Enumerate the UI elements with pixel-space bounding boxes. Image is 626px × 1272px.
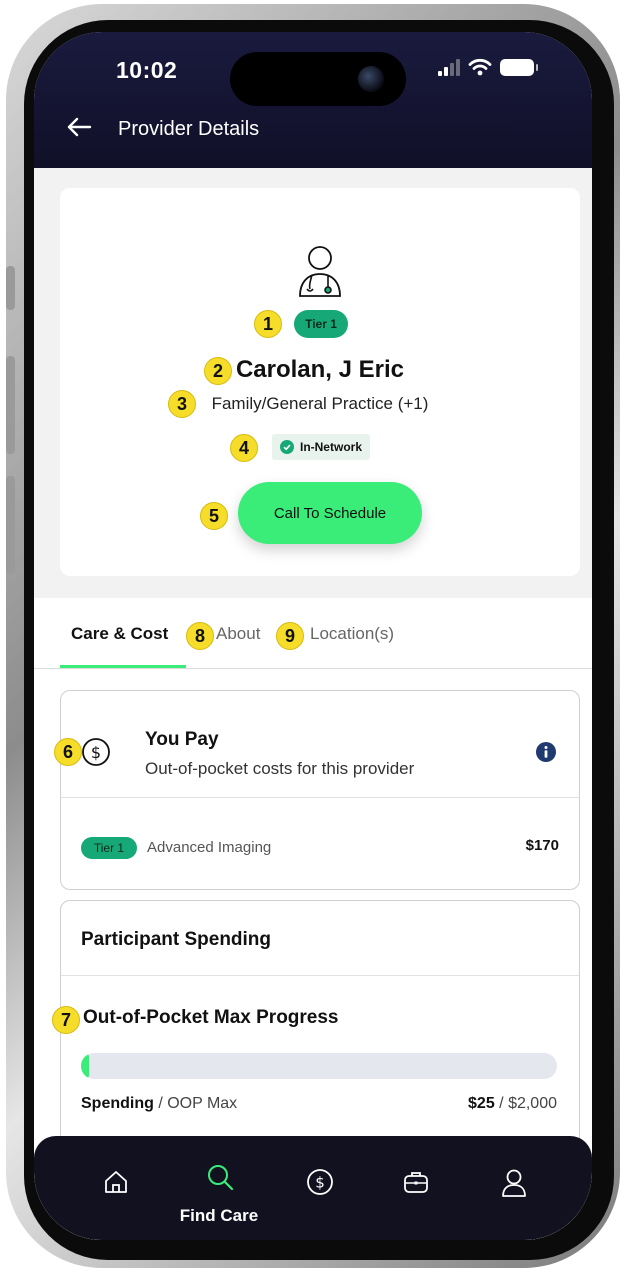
you-pay-title: You Pay xyxy=(145,729,219,750)
status-time: 10:02 xyxy=(116,57,178,83)
briefcase-icon xyxy=(404,1172,428,1193)
dynamic-island xyxy=(230,52,406,106)
provider-name: Carolan, J Eric xyxy=(235,356,405,383)
tier-badge: Tier 1 xyxy=(294,310,348,338)
spending-text: Spending xyxy=(81,1095,154,1112)
bottom-nav: Find Care $ xyxy=(34,1136,592,1240)
spending-value: $25 / $2,000 xyxy=(468,1095,557,1113)
svg-text:$: $ xyxy=(91,743,101,762)
annotation-marker-1: 1 xyxy=(254,310,282,338)
service-name: Advanced Imaging xyxy=(147,839,272,856)
card-divider xyxy=(61,797,579,798)
oop-progress-bar xyxy=(81,1053,557,1079)
app-header: 10:02 Provider Details xyxy=(34,32,592,168)
oop-max-progress-title: Out-of-Pocket Max Progress xyxy=(83,1007,339,1028)
search-icon xyxy=(208,1165,234,1191)
doctor-icon xyxy=(299,246,341,297)
call-to-schedule-button[interactable]: Call To Schedule xyxy=(238,482,422,544)
svg-text:$: $ xyxy=(315,1174,325,1192)
max-amount: / $2,000 xyxy=(499,1095,557,1112)
annotation-marker-8: 8 xyxy=(186,622,214,650)
nav-benefits[interactable] xyxy=(396,1168,436,1208)
nav-find-care[interactable] xyxy=(200,1162,240,1202)
annotation-marker-7: 7 xyxy=(52,1006,80,1034)
phone-screen: 10:02 Provider Details Tier 1 Carolan, J… xyxy=(34,32,592,1240)
back-arrow-icon[interactable] xyxy=(66,116,92,138)
you-pay-card: $ You Pay Out-of-pocket costs for this p… xyxy=(60,690,580,890)
network-status-badge: In-Network xyxy=(272,434,370,460)
tab-care-cost[interactable]: Care & Cost xyxy=(71,624,168,644)
annotation-marker-3: 3 xyxy=(168,390,196,418)
signal-icon xyxy=(438,58,460,76)
volume-up-button xyxy=(6,356,15,454)
annotation-marker-5: 5 xyxy=(200,502,228,530)
service-price: $170 xyxy=(525,837,559,854)
annotation-marker-6: 6 xyxy=(54,738,82,766)
info-icon[interactable] xyxy=(535,741,557,763)
nav-costs[interactable]: $ xyxy=(300,1168,340,1208)
provider-specialty: Family/General Practice (+1) xyxy=(211,394,429,413)
tab-bar: Care & Cost About Location(s) xyxy=(34,598,592,669)
tab-about[interactable]: About xyxy=(216,624,260,644)
annotation-marker-2: 2 xyxy=(204,357,232,385)
active-tab-indicator xyxy=(60,665,186,668)
nav-home[interactable] xyxy=(96,1168,136,1208)
action-button xyxy=(6,266,15,310)
dollar-icon: $ xyxy=(307,1169,333,1195)
check-circle-icon xyxy=(279,440,294,454)
dollar-circle-icon: $ xyxy=(82,738,110,766)
status-icons xyxy=(438,58,538,76)
battery-icon xyxy=(500,58,538,76)
annotation-marker-9: 9 xyxy=(276,622,304,650)
nav-profile[interactable] xyxy=(494,1168,534,1208)
wifi-icon xyxy=(468,58,492,76)
person-icon xyxy=(502,1169,526,1197)
oop-max-text: / OOP Max xyxy=(158,1095,238,1112)
page-title: Provider Details xyxy=(118,118,260,140)
spending-label: Spending / OOP Max xyxy=(81,1095,237,1113)
spent-amount: $25 xyxy=(468,1095,495,1112)
oop-progress-fill xyxy=(81,1053,89,1079)
participant-spending-title: Participant Spending xyxy=(81,929,272,950)
card-divider xyxy=(61,975,579,976)
network-status-text: In-Network xyxy=(299,440,362,454)
tier-badge: Tier 1 xyxy=(81,837,137,859)
provider-card: Tier 1 Carolan, J Eric Family/General Pr… xyxy=(60,188,580,576)
annotation-marker-4: 4 xyxy=(230,434,258,462)
tab-locations[interactable]: Location(s) xyxy=(310,624,394,644)
nav-find-care-label: Find Care xyxy=(179,1206,259,1225)
camera-icon xyxy=(358,66,384,92)
volume-down-button xyxy=(6,476,15,574)
you-pay-subtitle: Out-of-pocket costs for this provider xyxy=(145,759,415,778)
home-icon xyxy=(105,1171,127,1193)
